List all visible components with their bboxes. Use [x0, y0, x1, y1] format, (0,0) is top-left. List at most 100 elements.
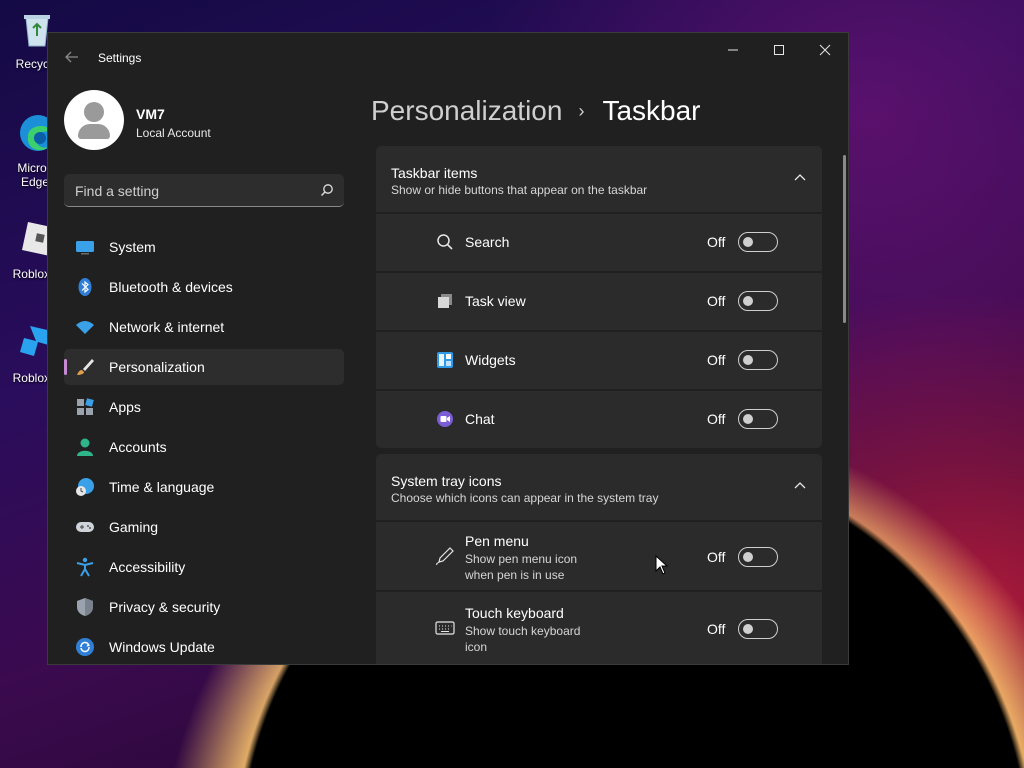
sidebar-item-gaming[interactable]: Gaming — [64, 509, 344, 545]
toggle-knob — [743, 355, 753, 365]
setting-row-touch-keyboard: Touch keyboard Show touch keyboard icon … — [376, 592, 822, 664]
sidebar-item-bluetooth[interactable]: Bluetooth & devices — [64, 269, 344, 305]
sidebar-item-label: Windows Update — [109, 639, 215, 655]
toggle-state: Off — [707, 621, 726, 637]
minimize-button[interactable] — [710, 33, 756, 67]
setting-description-line1: Show pen menu icon — [465, 552, 578, 566]
search-icon[interactable] — [320, 183, 334, 197]
search-icon — [435, 232, 455, 252]
search-toggle[interactable] — [738, 232, 778, 252]
update-icon — [75, 637, 95, 657]
toggle-state: Off — [707, 234, 726, 250]
sidebar-item-label: Apps — [109, 399, 141, 415]
toggle-knob — [743, 237, 753, 247]
close-icon — [819, 44, 831, 56]
page-title: Taskbar — [602, 95, 701, 126]
section-description: Choose which icons can appear in the sys… — [391, 491, 659, 505]
touch-keyboard-toggle[interactable] — [738, 619, 778, 639]
taskbar-items-section: Taskbar items Show or hide buttons that … — [376, 146, 822, 448]
back-arrow-icon[interactable] — [64, 49, 82, 67]
avatar-body — [78, 124, 110, 139]
chevron-up-icon[interactable] — [794, 172, 806, 184]
toggle-state: Off — [707, 411, 726, 427]
sidebar-item-label: System — [109, 239, 156, 255]
widgets-toggle[interactable] — [738, 350, 778, 370]
sidebar-item-apps[interactable]: Apps — [64, 389, 344, 425]
pen-icon — [435, 546, 455, 566]
setting-description-line1: Show touch keyboard — [465, 624, 581, 638]
setting-label: Task view — [465, 293, 526, 309]
sidebar-item-network[interactable]: Network & internet — [64, 309, 344, 345]
sidebar-item-accounts[interactable]: Accounts — [64, 429, 344, 465]
monitor-icon — [75, 237, 95, 257]
title-bar[interactable]: Settings — [48, 33, 848, 81]
breadcrumb-parent[interactable]: Personalization — [371, 95, 562, 127]
profile-account-type: Local Account — [136, 126, 211, 140]
setting-row-widgets: Widgets Off — [376, 332, 822, 389]
section-title: Taskbar items — [391, 165, 478, 181]
shield-icon — [75, 597, 95, 617]
toggle-knob — [743, 552, 753, 562]
mouse-cursor-icon — [655, 555, 669, 575]
setting-label: Touch keyboard — [465, 605, 564, 621]
toggle-state: Off — [707, 352, 726, 368]
maximize-icon — [774, 45, 784, 55]
sidebar-item-windows-update[interactable]: Windows Update — [64, 629, 344, 664]
setting-row-pen-menu: Pen menu Show pen menu icon when pen is … — [376, 522, 822, 590]
maximize-button[interactable] — [756, 33, 802, 67]
sidebar-item-label: Gaming — [109, 519, 159, 535]
search-box[interactable] — [64, 174, 344, 207]
sidebar-item-privacy-security[interactable]: Privacy & security — [64, 589, 344, 625]
gamepad-icon — [75, 517, 95, 537]
taskbar-items-header[interactable]: Taskbar items Show or hide buttons that … — [376, 146, 822, 212]
system-tray-header[interactable]: System tray icons Choose which icons can… — [376, 454, 822, 520]
user-profile[interactable]: VM7 Local Account — [64, 90, 364, 152]
avatar-head — [84, 102, 104, 122]
apps-icon — [75, 397, 95, 417]
close-button[interactable] — [802, 33, 848, 67]
section-title: System tray icons — [391, 473, 502, 489]
setting-description-line2: icon — [465, 640, 488, 654]
bluetooth-icon — [75, 277, 95, 297]
breadcrumb: Personalization › Taskbar — [371, 91, 701, 131]
sidebar-item-system[interactable]: System — [64, 229, 344, 265]
sidebar-item-personalization[interactable]: Personalization — [64, 349, 344, 385]
task-view-toggle[interactable] — [738, 291, 778, 311]
profile-name: VM7 — [136, 106, 165, 122]
setting-description-line2: when pen is in use — [465, 568, 565, 582]
settings-window: Settings VM7 Local Account Find a settin… — [47, 32, 849, 665]
sidebar-item-label: Accessibility — [109, 559, 186, 575]
task-view-icon — [435, 291, 455, 311]
toggle-knob — [743, 624, 753, 634]
sidebar-item-label: Network & internet — [109, 319, 225, 335]
person-icon — [75, 437, 95, 457]
toggle-knob — [743, 414, 753, 424]
window-title: Settings — [98, 51, 142, 65]
scrollbar[interactable] — [843, 155, 846, 323]
toggle-state: Off — [707, 293, 726, 309]
pen-menu-toggle[interactable] — [738, 547, 778, 567]
minimize-icon — [728, 49, 738, 51]
search-input[interactable] — [64, 174, 317, 207]
chat-toggle[interactable] — [738, 409, 778, 429]
setting-row-task-view: Task view Off — [376, 273, 822, 330]
desktop: Recycle Micros Edge Roblox P Roblox S Se… — [0, 0, 1024, 768]
toggle-state: Off — [707, 549, 726, 565]
sidebar-item-label: Privacy & security — [109, 599, 221, 615]
chevron-up-icon[interactable] — [794, 480, 806, 492]
setting-label: Widgets — [465, 352, 516, 368]
keyboard-icon — [435, 618, 455, 638]
sidebar-item-label: Accounts — [109, 439, 167, 455]
widgets-icon — [435, 350, 455, 370]
breadcrumb-chevron-icon: › — [578, 100, 585, 121]
section-description: Show or hide buttons that appear on the … — [391, 183, 648, 197]
sidebar-item-label: Time & language — [109, 479, 215, 495]
setting-label: Chat — [465, 411, 495, 427]
avatar — [64, 90, 124, 150]
wifi-icon — [75, 317, 95, 337]
sidebar-item-time-language[interactable]: Time & language — [64, 469, 344, 505]
system-tray-section: System tray icons Choose which icons can… — [376, 454, 822, 664]
sidebar-item-accessibility[interactable]: Accessibility — [64, 549, 344, 585]
sidebar-item-label: Bluetooth & devices — [109, 279, 233, 295]
chat-icon — [435, 409, 455, 429]
